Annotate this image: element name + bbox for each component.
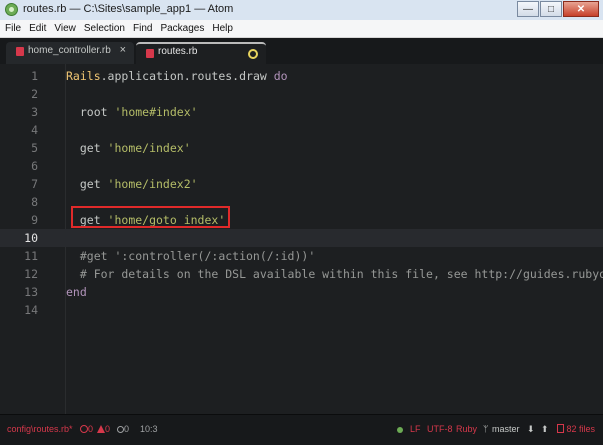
menu-packages[interactable]: Packages [157,23,207,34]
status-infos[interactable]: 0 [117,424,129,434]
status-branch[interactable]: master [492,424,520,434]
branch-icon: ᛘ [483,424,489,434]
line-number: 7 [31,177,38,191]
warning-count: 0 [105,424,111,434]
line-number: 4 [31,123,38,137]
status-errors[interactable]: 0 [80,424,93,434]
code-line[interactable]: 3 root 'home#index' [0,103,603,121]
code-token: end [66,285,87,299]
code-token: get [66,141,108,155]
code-token: # For details on the DSL available withi… [66,267,603,281]
line-code: Rails.application.routes.draw do [66,69,288,83]
status-warnings[interactable]: 0 [97,424,110,434]
code-token: get [66,177,108,191]
menu-help[interactable]: Help [209,23,236,34]
status-ok-dot-icon [397,427,403,433]
code-line[interactable]: 7 get 'home/index2' [0,175,603,193]
menu-bar: File Edit View Selection Find Packages H… [0,20,603,38]
line-code: root 'home#index' [66,105,198,119]
line-code: get 'home/index2' [66,177,198,191]
tab-label: home_controller.rb [28,45,111,56]
code-line[interactable]: 2 [0,85,603,103]
code-line[interactable]: 14 [0,301,603,319]
code-token: #get ':controller(/:action(/:id))' [66,249,316,263]
status-bar: config\routes.rb* 0 0 0 10:3 LF UTF-8 Ru… [0,414,603,445]
line-code: end [66,285,87,299]
files-count: 82 files [566,424,596,434]
code-token: Rails [66,69,101,83]
line-number: 13 [24,285,38,299]
line-code: #get ':controller(/:action(/:id))' [66,249,315,263]
window-title: routes.rb — C:\Sites\sample_app1 — Atom [23,3,234,15]
window-controls: — □ ✕ [516,1,599,17]
code-line[interactable]: 13 end [0,283,603,301]
line-number: 2 [31,87,38,101]
tab-bar: home_controller.rb × routes.rb [0,38,603,65]
line-number: 3 [31,105,38,119]
code-token: 'home#index' [114,105,198,119]
error-icon [80,425,88,433]
pull-arrow-icon[interactable]: ⬇ [527,424,535,435]
tab-label: routes.rb [158,46,198,57]
tab-routes[interactable]: routes.rb [136,42,266,64]
line-number: 5 [31,141,38,155]
line-number: 9 [31,213,38,227]
title-bar[interactable]: routes.rb — C:\Sites\sample_app1 — Atom … [0,0,603,21]
status-line-ending[interactable]: LF [410,424,421,434]
line-number: 8 [31,195,38,209]
line-number: 6 [31,159,38,173]
code-line[interactable]: 4 [0,121,603,139]
info-icon [117,426,124,433]
info-count: 0 [124,424,130,434]
ruby-file-icon [146,49,154,58]
push-arrow-icon[interactable]: ⬆ [541,424,549,435]
file-icon [557,424,564,433]
code-token: root [66,105,115,119]
status-files[interactable]: 82 files [557,424,595,434]
line-number: 1 [31,69,38,83]
status-file-path[interactable]: config\routes.rb* [7,424,73,434]
line-number: 10 [24,231,38,245]
code-line[interactable]: 1 Rails.application.routes.draw do [0,67,603,85]
error-count: 0 [88,424,94,434]
code-token: 'home/index' [107,141,191,155]
code-line[interactable]: 10 [0,229,603,247]
code-token: 'home/index2' [107,177,198,191]
line-number: 14 [24,303,38,317]
ruby-file-icon [16,47,24,56]
code-line[interactable]: 12 # For details on the DSL available wi… [0,265,603,283]
warning-icon [97,425,105,433]
line-code: get 'home/index' [66,141,191,155]
atom-app-icon [5,3,18,16]
line-number: 12 [24,267,38,281]
code-token: do [273,69,288,83]
highlight-box [71,206,230,228]
code-line[interactable]: 5 get 'home/index' [0,139,603,157]
code-line[interactable]: 11 #get ':controller(/:action(/:id))' [0,247,603,265]
menu-selection[interactable]: Selection [81,23,128,34]
line-number: 11 [24,249,38,263]
tab-close-icon[interactable]: × [120,44,126,56]
line-code: # For details on the DSL available withi… [66,267,603,281]
maximize-button[interactable]: □ [540,1,562,17]
code-editor[interactable]: 1 Rails.application.routes.draw do 2 3 root… [0,64,603,414]
menu-find[interactable]: Find [130,23,155,34]
status-grammar[interactable]: Ruby [456,424,477,434]
menu-edit[interactable]: Edit [26,23,49,34]
code-line[interactable]: 6 [0,157,603,175]
status-encoding[interactable]: UTF-8 [427,424,453,434]
minimize-button[interactable]: — [517,1,539,17]
tab-home-controller[interactable]: home_controller.rb × [6,42,134,64]
modified-indicator-icon[interactable] [248,49,258,59]
close-button[interactable]: ✕ [563,1,599,17]
menu-view[interactable]: View [51,23,79,34]
atom-window: routes.rb — C:\Sites\sample_app1 — Atom … [0,0,603,445]
status-cursor-position[interactable]: 10:3 [140,424,158,434]
menu-file[interactable]: File [2,23,24,34]
code-token: .application.routes.draw [100,69,274,83]
